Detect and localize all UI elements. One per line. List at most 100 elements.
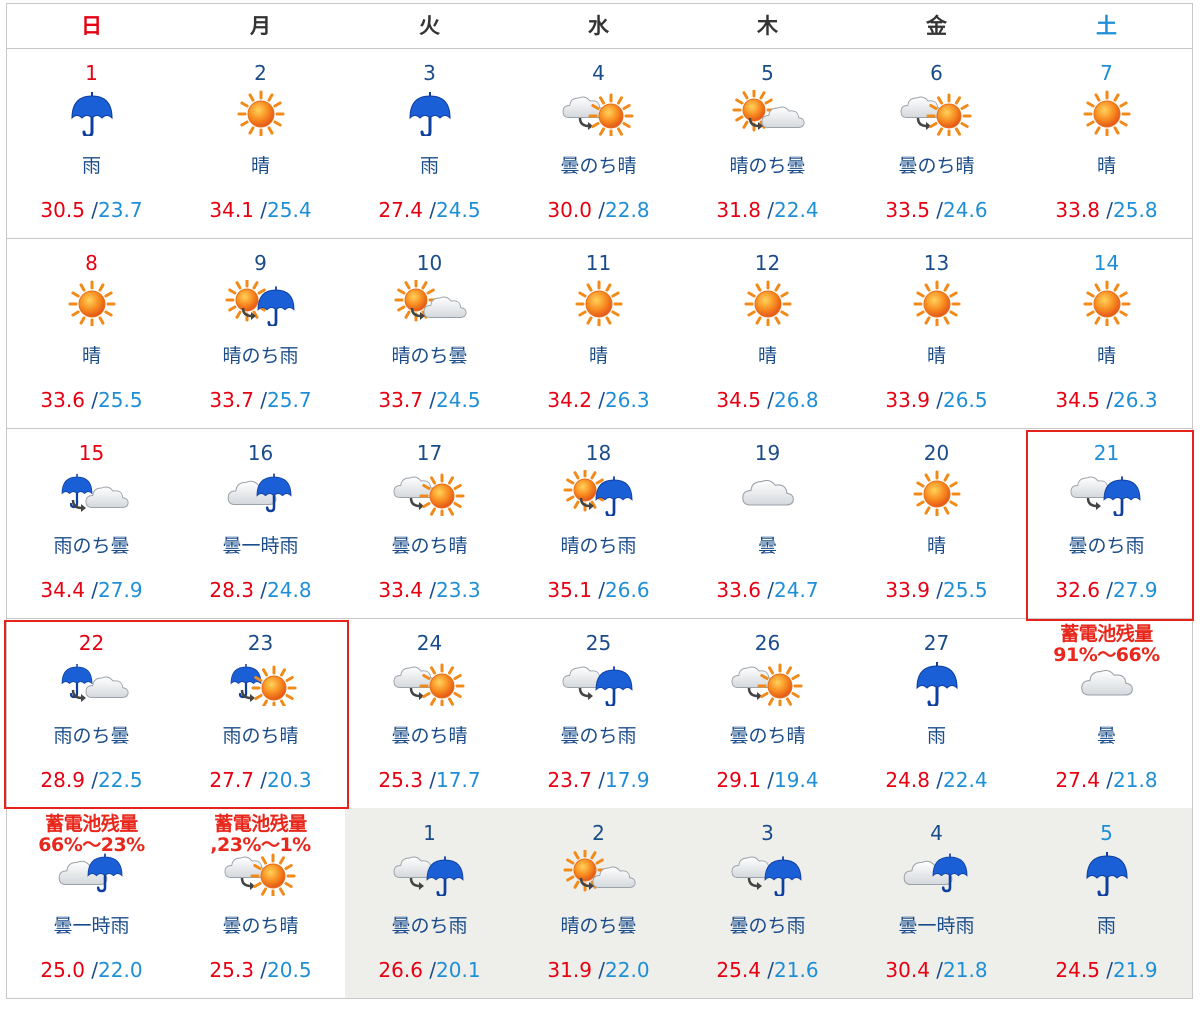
day-cell[interactable]: 14 晴 34.5 /26.3 xyxy=(1021,238,1192,428)
day-number: 14 xyxy=(1093,251,1120,275)
day-cell[interactable]: 5 雨 24.5 /21.9 xyxy=(1021,808,1192,998)
day-cell[interactable]: 3 雨 27.4 /24.5 xyxy=(345,48,514,238)
day-cell[interactable]: 17 曇のち晴 33.4 /23.3 xyxy=(345,428,514,618)
temperature-range: 33.7 /25.7 xyxy=(176,388,345,412)
low-temp: 24.6 xyxy=(943,198,988,222)
day-cell[interactable]: 12 晴 34.5 /26.8 xyxy=(683,238,852,428)
temp-separator: / xyxy=(760,198,775,222)
rain-icon xyxy=(47,90,137,138)
high-temp: 24.5 xyxy=(1055,958,1100,982)
day-cell[interactable]: 5 晴のち曇 31.8 /22.4 xyxy=(683,48,852,238)
temperature-range: 29.1 /19.4 xyxy=(683,768,852,792)
day-cell[interactable]: 9 晴のち雨 33.7 /25.7 xyxy=(176,238,345,428)
weather-label: 曇のち晴 xyxy=(898,155,975,177)
day-cell[interactable]: 15 雨のち曇 34.4 /27.9 xyxy=(7,428,176,618)
temp-separator: / xyxy=(253,388,268,412)
low-temp: 17.9 xyxy=(605,768,650,792)
high-temp: 33.6 xyxy=(40,388,85,412)
day-cell[interactable]: 2 晴 34.1 /25.4 xyxy=(176,48,345,238)
low-temp: 21.9 xyxy=(1113,958,1158,982)
temp-separator: / xyxy=(929,768,944,792)
day-cell[interactable]: 6 曇のち晴 33.5 /24.6 xyxy=(852,48,1021,238)
day-cell[interactable]: 蓄電池残量 ,23%～1% 曇のち晴 25.3 /20.5 xyxy=(176,808,345,998)
day-cell[interactable]: 19 曇 33.6 /24.7 xyxy=(683,428,852,618)
weather-label: 曇のち雨 xyxy=(560,725,637,747)
day-cell[interactable]: 24 曇のち晴 25.3 /17.7 xyxy=(345,618,514,808)
low-temp: 26.8 xyxy=(774,388,819,412)
weather-label: 曇一時雨 xyxy=(898,915,975,937)
day-cell[interactable]: 8 晴 33.6 /25.5 xyxy=(7,238,176,428)
temperature-range: 33.6 /24.7 xyxy=(683,578,852,602)
day-number: 17 xyxy=(416,441,443,465)
day-number: 5 xyxy=(1100,821,1113,845)
day-cell[interactable]: 25 曇のち雨 23.7 /17.9 xyxy=(514,618,683,808)
high-temp: 31.9 xyxy=(547,958,592,982)
day-cell[interactable]: 26 曇のち晴 29.1 /19.4 xyxy=(683,618,852,808)
temperature-range: 33.5 /24.6 xyxy=(852,198,1021,222)
umbrella-shape xyxy=(932,853,967,893)
day-cell[interactable]: 1 雨 30.5 /23.7 xyxy=(7,48,176,238)
temp-separator: / xyxy=(422,198,437,222)
low-temp: 25.5 xyxy=(98,388,143,412)
day-number: 6 xyxy=(930,61,943,85)
day-cell[interactable]: 4 曇一時雨 30.4 /21.8 xyxy=(852,808,1021,998)
day-cell[interactable]: 16 曇一時雨 28.3 /24.8 xyxy=(176,428,345,618)
day-cell[interactable]: 2 晴のち曇 31.9 /22.0 xyxy=(514,808,683,998)
day-cell[interactable]: 13 晴 33.9 /26.5 xyxy=(852,238,1021,428)
high-temp: 34.2 xyxy=(547,388,592,412)
temperature-range: 27.4 /24.5 xyxy=(345,198,514,222)
umbrella-shape xyxy=(595,476,632,518)
weather-label: 曇のち晴 xyxy=(729,725,806,747)
weather-label: 曇のち晴 xyxy=(222,915,299,937)
umbrella-shape xyxy=(257,286,294,328)
temp-separator: / xyxy=(760,768,775,792)
day-cell[interactable]: 18 晴のち雨 35.1 /26.6 xyxy=(514,428,683,618)
temperature-range: 24.5 /21.9 xyxy=(1021,958,1192,982)
high-temp: 33.6 xyxy=(716,578,761,602)
temperature-range: 28.3 /24.8 xyxy=(176,578,345,602)
temp-separator: / xyxy=(591,388,606,412)
battery-note-title: 蓄電池残量 xyxy=(45,813,138,835)
cloud-then-sun-icon xyxy=(892,90,982,139)
day-cell[interactable]: 20 晴 33.9 /25.5 xyxy=(852,428,1021,618)
temperature-range: 24.8 /22.4 xyxy=(852,768,1021,792)
day-cell[interactable]: 7 晴 33.8 /25.8 xyxy=(1021,48,1192,238)
low-temp: 25.4 xyxy=(267,198,312,222)
day-cell[interactable]: 1 曇のち雨 26.6 /20.1 xyxy=(345,808,514,998)
low-temp: 25.5 xyxy=(943,578,988,602)
temp-separator: / xyxy=(760,388,775,412)
arrow-shape xyxy=(240,877,251,888)
day-number: 19 xyxy=(754,441,781,465)
day-cell[interactable]: 11 晴 34.2 /26.3 xyxy=(514,238,683,428)
high-temp: 33.4 xyxy=(378,578,423,602)
temperature-range: 31.8 /22.4 xyxy=(683,198,852,222)
day-cell[interactable]: 27 雨 24.8 /22.4 xyxy=(852,618,1021,808)
low-temp: 17.7 xyxy=(436,768,481,792)
day-cell[interactable]: 蓄電池残量 66%～23% 曇一時雨 25.0 /22.0 xyxy=(7,808,176,998)
high-temp: 24.8 xyxy=(885,768,930,792)
highlight-box-22-23 xyxy=(4,620,349,809)
cloud-then-rain-icon xyxy=(554,660,644,708)
weather-label: 晴 xyxy=(81,345,101,367)
day-cell[interactable]: 蓄電池残量 91%～66% 曇 27.4 /21.8 xyxy=(1021,618,1192,808)
temp-separator: / xyxy=(591,578,606,602)
weekday-thursday: 木 xyxy=(757,14,778,38)
arrow-shape xyxy=(747,877,758,888)
cloud-shape xyxy=(741,479,794,506)
high-temp: 34.5 xyxy=(716,388,761,412)
weekday-tuesday: 火 xyxy=(419,14,440,38)
high-temp: 25.4 xyxy=(716,958,761,982)
week-row: 蓄電池残量 66%～23% 曇一時雨 25.0 /22.0 蓄電池残量 ,23%～1% … xyxy=(7,808,1192,998)
temp-separator: / xyxy=(1099,388,1114,412)
temp-separator: / xyxy=(422,578,437,602)
high-temp: 30.4 xyxy=(885,958,930,982)
high-temp: 31.8 xyxy=(716,198,761,222)
day-cell[interactable]: 3 曇のち雨 25.4 /21.6 xyxy=(683,808,852,998)
day-cell[interactable]: 4 曇のち晴 30.0 /22.8 xyxy=(514,48,683,238)
high-temp: 33.8 xyxy=(1055,198,1100,222)
day-cell[interactable]: 10 晴のち曇 33.7 /24.5 xyxy=(345,238,514,428)
umbrella-shape xyxy=(595,666,632,708)
arrow-shape xyxy=(409,877,420,888)
temperature-range: 26.6 /20.1 xyxy=(345,958,514,982)
day-number: 9 xyxy=(254,251,267,275)
